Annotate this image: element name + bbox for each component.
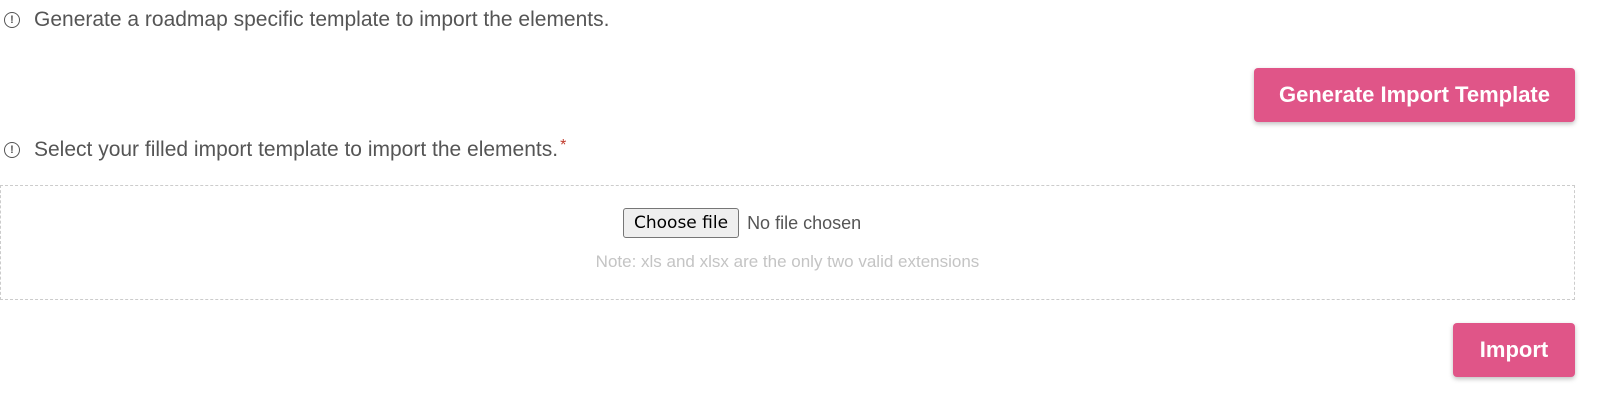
file-status-text: No file chosen xyxy=(747,212,862,233)
import-template-info-text: Select your filled import template to im… xyxy=(34,138,559,161)
generate-template-info-text: Generate a roadmap specific template to … xyxy=(34,8,610,31)
import-template-info: ! Select your filled import template to … xyxy=(0,137,567,162)
info-circle-icon: ! xyxy=(4,12,20,28)
generate-import-template-button[interactable]: Generate Import Template xyxy=(1254,68,1575,122)
file-input[interactable]: Choose file No file chosen xyxy=(623,208,861,238)
generate-template-info: ! Generate a roadmap specific template t… xyxy=(0,8,609,32)
required-asterisk: * xyxy=(560,137,567,154)
import-button[interactable]: Import xyxy=(1453,323,1575,377)
choose-file-button[interactable]: Choose file xyxy=(623,208,740,238)
info-circle-icon: ! xyxy=(4,142,20,158)
file-extension-note: Note: xls and xlsx are the only two vali… xyxy=(595,252,980,271)
file-drop-zone[interactable]: Choose file No file chosen Note: xls and… xyxy=(0,185,1575,300)
